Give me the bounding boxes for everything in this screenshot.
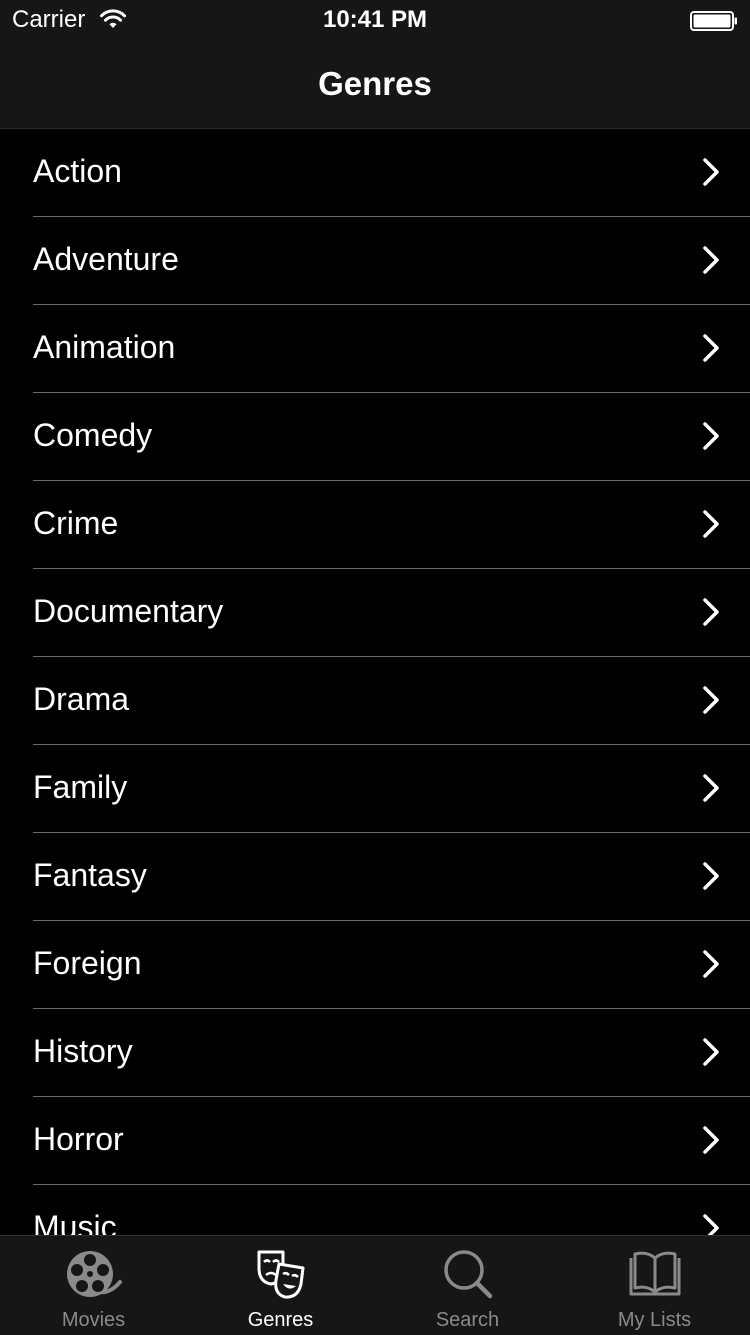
- genre-row-action[interactable]: Action: [0, 129, 750, 217]
- genre-label: Adventure: [33, 241, 179, 277]
- genre-row-history[interactable]: History: [0, 1009, 750, 1097]
- chevron-right-icon: [703, 686, 719, 714]
- tab-label-search: Search: [435, 1309, 500, 1331]
- genre-label: Foreign: [33, 945, 142, 981]
- chevron-right-icon: [703, 334, 719, 362]
- page-title: Genres: [318, 65, 432, 102]
- chevron-right-icon: [703, 598, 719, 626]
- theater-masks-icon: [257, 1250, 304, 1299]
- genre-row-adventure[interactable]: Adventure: [0, 217, 750, 305]
- genre-label: History: [33, 1033, 133, 1069]
- tab-my-lists[interactable]: My Lists: [561, 1236, 748, 1335]
- battery-icon: [690, 11, 737, 31]
- status-time: 10:41 PM: [322, 6, 428, 33]
- chevron-right-icon: [703, 1126, 719, 1154]
- genre-row-music[interactable]: Music: [0, 1185, 750, 1235]
- chevron-right-icon: [703, 246, 719, 274]
- genre-label: Animation: [33, 329, 176, 365]
- status-bar: Carrier 10:41 PM: [0, 0, 750, 40]
- genre-label: Drama: [33, 681, 130, 717]
- tab-genres[interactable]: Genres: [187, 1236, 374, 1335]
- navigation-bar: Genres: [0, 40, 750, 129]
- genre-row-documentary[interactable]: Documentary: [0, 569, 750, 657]
- genre-row-drama[interactable]: Drama: [0, 657, 750, 745]
- chevron-right-icon: [703, 510, 719, 538]
- chevron-right-icon: [703, 422, 719, 450]
- tab-bar: Movies Genres Search My Lists: [0, 1235, 750, 1335]
- chevron-right-icon: [703, 1038, 719, 1066]
- genre-row-animation[interactable]: Animation: [0, 305, 750, 393]
- genre-label: Music: [33, 1209, 117, 1235]
- genre-label: Documentary: [33, 593, 224, 629]
- genre-row-comedy[interactable]: Comedy: [0, 393, 750, 481]
- search-icon: [443, 1250, 492, 1299]
- genre-row-foreign[interactable]: Foreign: [0, 921, 750, 1009]
- chevron-right-icon: [703, 158, 719, 186]
- genre-label: Comedy: [33, 417, 153, 453]
- genre-label: Fantasy: [33, 857, 147, 893]
- tab-label-my-lists: My Lists: [617, 1309, 692, 1331]
- genre-label: Action: [33, 153, 122, 189]
- chevron-right-icon: [703, 1214, 719, 1235]
- tab-movies[interactable]: Movies: [0, 1236, 187, 1335]
- genre-row-crime[interactable]: Crime: [0, 481, 750, 569]
- chevron-right-icon: [703, 862, 719, 890]
- film-reel-icon: [66, 1251, 122, 1297]
- genre-list[interactable]: Action Adventure Animation Comedy Crime Docum…: [0, 129, 750, 1235]
- book-icon: [629, 1251, 680, 1296]
- chevron-right-icon: [703, 950, 719, 978]
- tab-label-movies: Movies: [61, 1309, 126, 1331]
- chevron-right-icon: [703, 774, 719, 802]
- genre-row-horror[interactable]: Horror: [0, 1097, 750, 1185]
- tab-search[interactable]: Search: [374, 1236, 561, 1335]
- genre-label: Crime: [33, 505, 119, 541]
- genre-label: Horror: [33, 1121, 124, 1157]
- genre-row-family[interactable]: Family: [0, 745, 750, 833]
- genre-row-fantasy[interactable]: Fantasy: [0, 833, 750, 921]
- genre-label: Family: [33, 769, 128, 805]
- tab-label-genres: Genres: [247, 1309, 314, 1331]
